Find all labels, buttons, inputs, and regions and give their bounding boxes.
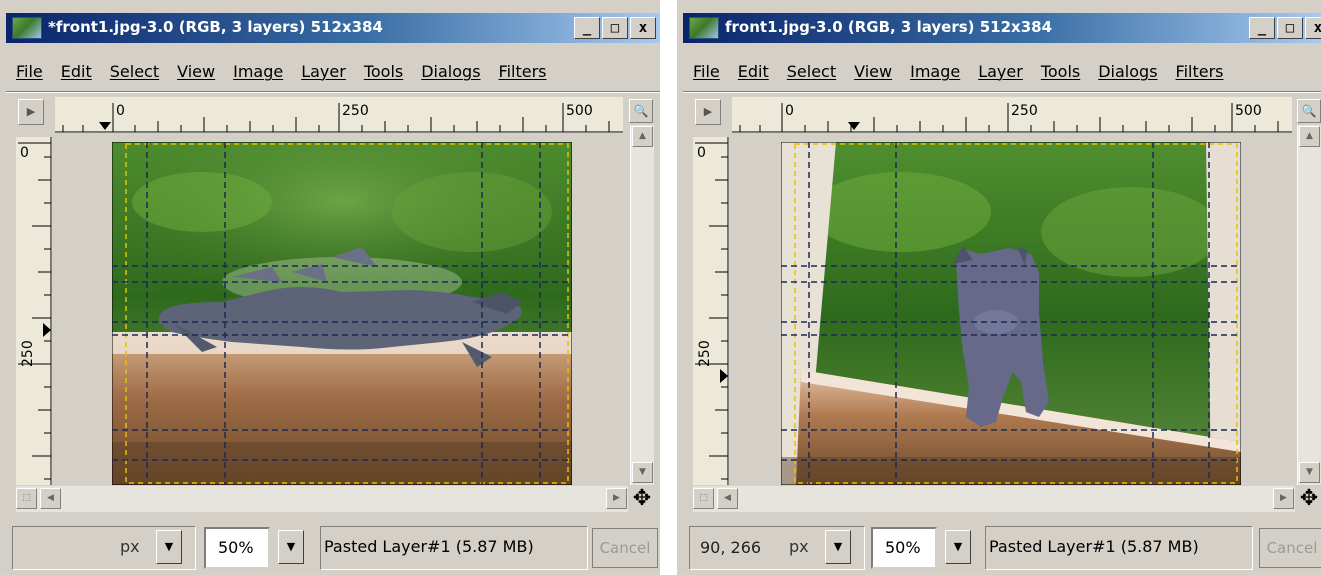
navigate-icon[interactable]: ▶ <box>18 99 44 125</box>
zoom-dropdown-icon[interactable]: ▼ <box>278 530 304 564</box>
scroll-up-icon[interactable]: ▲ <box>632 126 653 147</box>
window-divider <box>660 0 677 575</box>
menu-edit[interactable]: Edit <box>51 62 100 81</box>
move-cross-icon[interactable]: ✥ <box>1297 488 1321 512</box>
vertical-scrollbar[interactable]: ▲ ▼ <box>630 125 654 485</box>
hruler-ticks: 0 250 500 <box>55 103 623 132</box>
vruler-pointer <box>43 323 51 337</box>
scroll-right-icon[interactable]: ▶ <box>606 488 627 509</box>
menu-tools[interactable]: Tools <box>354 62 411 81</box>
unit-dropdown-icon[interactable]: ▼ <box>825 530 851 564</box>
scroll-up-icon[interactable]: ▲ <box>1299 126 1320 147</box>
minimize-button[interactable]: _ <box>574 17 600 39</box>
maximize-button[interactable]: □ <box>602 17 628 39</box>
vruler-label-250: 250 <box>20 340 36 367</box>
hruler-ticks: 0 250 500 <box>732 103 1292 132</box>
menu-tools[interactable]: Tools <box>1031 62 1088 81</box>
menu-edit[interactable]: Edit <box>728 62 777 81</box>
unit-label: px <box>789 537 809 556</box>
hruler-pointer <box>848 122 860 130</box>
zoom-dropdown-icon[interactable]: ▼ <box>945 530 971 564</box>
horizontal-ruler: 0 250 500 <box>732 97 1292 133</box>
zoom-magnifier-icon[interactable]: 🔍 <box>629 99 653 123</box>
vruler-pointer <box>720 369 728 383</box>
hruler-label-500: 500 <box>566 103 593 119</box>
image-right[interactable] <box>781 142 1241 485</box>
vertical-ruler: 0 250 <box>693 137 729 485</box>
horizontal-ruler: 0 250 500 <box>55 97 623 133</box>
maximize-button[interactable]: □ <box>1277 17 1303 39</box>
horizontal-scrollbar[interactable]: ⬚ ◀ ▶ <box>16 486 628 512</box>
scroll-down-icon[interactable]: ▼ <box>1299 462 1320 483</box>
menu-layer[interactable]: Layer <box>968 62 1031 81</box>
cancel-button[interactable]: Cancel <box>1259 528 1321 568</box>
layer-status: Pasted Layer#1 (5.87 MB) <box>989 537 1199 556</box>
image-canvas[interactable] <box>56 137 630 485</box>
horizontal-scrollbar[interactable]: ⬚ ◀ ▶ <box>693 486 1295 512</box>
menu-file[interactable]: File <box>683 62 728 81</box>
window-title: front1.jpg-3.0 (RGB, 3 layers) 512x384 <box>725 18 1053 36</box>
vertical-scrollbar[interactable]: ▲ ▼ <box>1297 125 1321 485</box>
menu-image[interactable]: Image <box>900 62 968 81</box>
scroll-down-icon[interactable]: ▼ <box>632 462 653 483</box>
image-left[interactable] <box>112 142 572 485</box>
wolf-photo-left <box>112 142 572 485</box>
vruler-label-0: 0 <box>697 145 706 161</box>
scroll-right-icon[interactable]: ▶ <box>1273 488 1294 509</box>
menu-image[interactable]: Image <box>223 62 291 81</box>
menu-bar: File Edit Select View Image Layer Tools … <box>683 52 1321 90</box>
menu-filters[interactable]: Filters <box>1166 62 1232 81</box>
hruler-label-0: 0 <box>116 103 125 119</box>
close-button[interactable]: x <box>630 17 656 39</box>
gimp-window-right: front1.jpg-3.0 (RGB, 3 layers) 512x384 _… <box>677 0 1321 575</box>
minimize-button[interactable]: _ <box>1249 17 1275 39</box>
menu-bar: File Edit Select View Image Layer Tools … <box>6 52 660 90</box>
menu-dialogs[interactable]: Dialogs <box>1088 62 1165 81</box>
scroll-left-icon[interactable]: ◀ <box>40 488 61 509</box>
image-canvas[interactable] <box>733 137 1297 485</box>
menu-view[interactable]: View <box>844 62 900 81</box>
vruler-label-250: 250 <box>697 340 713 367</box>
menu-filters[interactable]: Filters <box>489 62 555 81</box>
vruler-ticks: 0 250 <box>18 137 51 485</box>
title-bar[interactable]: *front1.jpg-3.0 (RGB, 3 layers) 512x384 … <box>6 13 660 43</box>
gimp-image-icon <box>12 17 42 39</box>
cancel-button[interactable]: Cancel <box>592 528 658 568</box>
menu-view[interactable]: View <box>167 62 223 81</box>
quick-mask-icon[interactable]: ⬚ <box>16 488 37 509</box>
zoom-input[interactable]: 50% <box>871 527 937 569</box>
status-bar: 90, 266 px ▼ 50% ▼ Pasted Layer#1 (5.87 … <box>683 520 1321 575</box>
vertical-ruler: 0 250 <box>16 137 52 485</box>
hruler-label-500: 500 <box>1235 103 1262 119</box>
quick-mask-icon[interactable]: ⬚ <box>693 488 714 509</box>
move-cross-icon[interactable]: ✥ <box>630 488 654 512</box>
unit-label: px <box>120 537 140 556</box>
menu-select[interactable]: Select <box>777 62 844 81</box>
menu-layer[interactable]: Layer <box>291 62 354 81</box>
zoom-input[interactable]: 50% <box>204 527 270 569</box>
vruler-label-0: 0 <box>20 145 29 161</box>
menu-select[interactable]: Select <box>100 62 167 81</box>
vruler-ticks: 0 250 <box>695 137 728 485</box>
layer-status: Pasted Layer#1 (5.87 MB) <box>324 537 534 556</box>
gimp-image-icon <box>689 17 719 39</box>
wolf-photo-right <box>781 142 1241 485</box>
window-title: *front1.jpg-3.0 (RGB, 3 layers) 512x384 <box>48 18 383 36</box>
hruler-label-0: 0 <box>785 103 794 119</box>
menu-separator <box>6 91 660 93</box>
status-bar: px ▼ 50% ▼ Pasted Layer#1 (5.87 MB) Canc… <box>6 520 660 575</box>
menu-file[interactable]: File <box>6 62 51 81</box>
hruler-label-250: 250 <box>1011 103 1038 119</box>
navigate-icon[interactable]: ▶ <box>695 99 721 125</box>
zoom-magnifier-icon[interactable]: 🔍 <box>1297 99 1321 123</box>
close-button[interactable]: x <box>1305 17 1321 39</box>
unit-dropdown-icon[interactable]: ▼ <box>156 530 182 564</box>
title-bar[interactable]: front1.jpg-3.0 (RGB, 3 layers) 512x384 _… <box>683 13 1321 43</box>
menu-dialogs[interactable]: Dialogs <box>411 62 488 81</box>
hruler-label-250: 250 <box>342 103 369 119</box>
hruler-pointer <box>99 122 111 130</box>
scroll-left-icon[interactable]: ◀ <box>717 488 738 509</box>
menu-separator <box>683 91 1321 93</box>
gimp-window-left: *front1.jpg-3.0 (RGB, 3 layers) 512x384 … <box>0 0 660 575</box>
